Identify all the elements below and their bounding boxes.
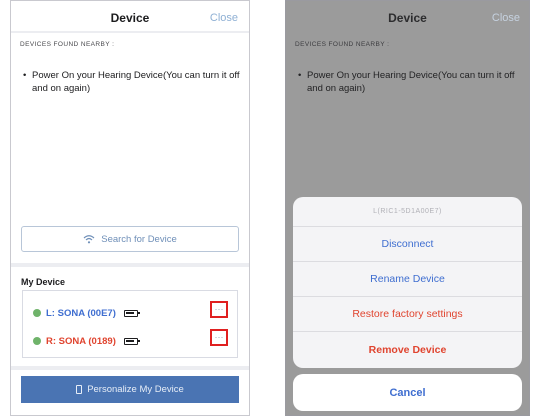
- nav-bar: Device Close: [286, 1, 529, 31]
- remove-device-button[interactable]: Remove Device: [293, 332, 522, 367]
- divider: [11, 263, 249, 267]
- device-row-right[interactable]: R: SONA (0189): [33, 333, 140, 349]
- section-label-devices-nearby: DEVICES FOUND NEARBY :: [295, 41, 390, 48]
- more-options-button-left[interactable]: ···: [210, 301, 228, 318]
- instruction-text: Power On your Hearing Device(You can tur…: [298, 69, 516, 95]
- device-name-left: L: SONA (00E7): [46, 307, 116, 319]
- search-for-device-button[interactable]: Search for Device: [21, 226, 239, 252]
- battery-icon: [123, 309, 140, 317]
- action-sheet: L(RIC1-5D1A00E7) Disconnect Rename Devic…: [293, 197, 522, 368]
- close-button[interactable]: Close: [210, 12, 238, 24]
- device-screen: Device Close DEVICES FOUND NEARBY : Powe…: [10, 0, 250, 416]
- more-options-button-right[interactable]: ···: [210, 329, 228, 346]
- personalize-my-device-label: Personalize My Device: [87, 384, 184, 395]
- restore-factory-settings-button[interactable]: Restore factory settings: [293, 297, 522, 332]
- connected-status-icon: [33, 337, 41, 345]
- search-for-device-label: Search for Device: [101, 233, 177, 245]
- rename-device-button[interactable]: Rename Device: [293, 262, 522, 297]
- action-sheet-header: L(RIC1-5D1A00E7): [293, 197, 522, 227]
- disconnect-button[interactable]: Disconnect: [293, 227, 522, 262]
- instruction-text: Power On your Hearing Device(You can tur…: [23, 69, 241, 95]
- device-name-right: R: SONA (0189): [46, 335, 116, 347]
- close-button[interactable]: Close: [492, 12, 520, 24]
- divider: [11, 31, 249, 33]
- battery-icon: [123, 337, 140, 345]
- connected-status-icon: [33, 309, 41, 317]
- phone-icon: [76, 385, 83, 394]
- personalize-my-device-button[interactable]: Personalize My Device: [21, 376, 239, 403]
- device-screen-action-sheet: Device Close DEVICES FOUND NEARBY : Powe…: [285, 0, 530, 416]
- divider: [11, 366, 249, 370]
- section-label-devices-nearby: DEVICES FOUND NEARBY :: [20, 41, 115, 48]
- wifi-icon: [83, 235, 95, 244]
- my-device-list: L: SONA (00E7) ··· R: SONA (0189) ···: [22, 290, 238, 358]
- device-row-left[interactable]: L: SONA (00E7): [33, 305, 140, 321]
- cancel-button[interactable]: Cancel: [293, 374, 522, 411]
- my-device-title: My Device: [21, 277, 66, 287]
- nav-bar: Device Close: [11, 1, 249, 31]
